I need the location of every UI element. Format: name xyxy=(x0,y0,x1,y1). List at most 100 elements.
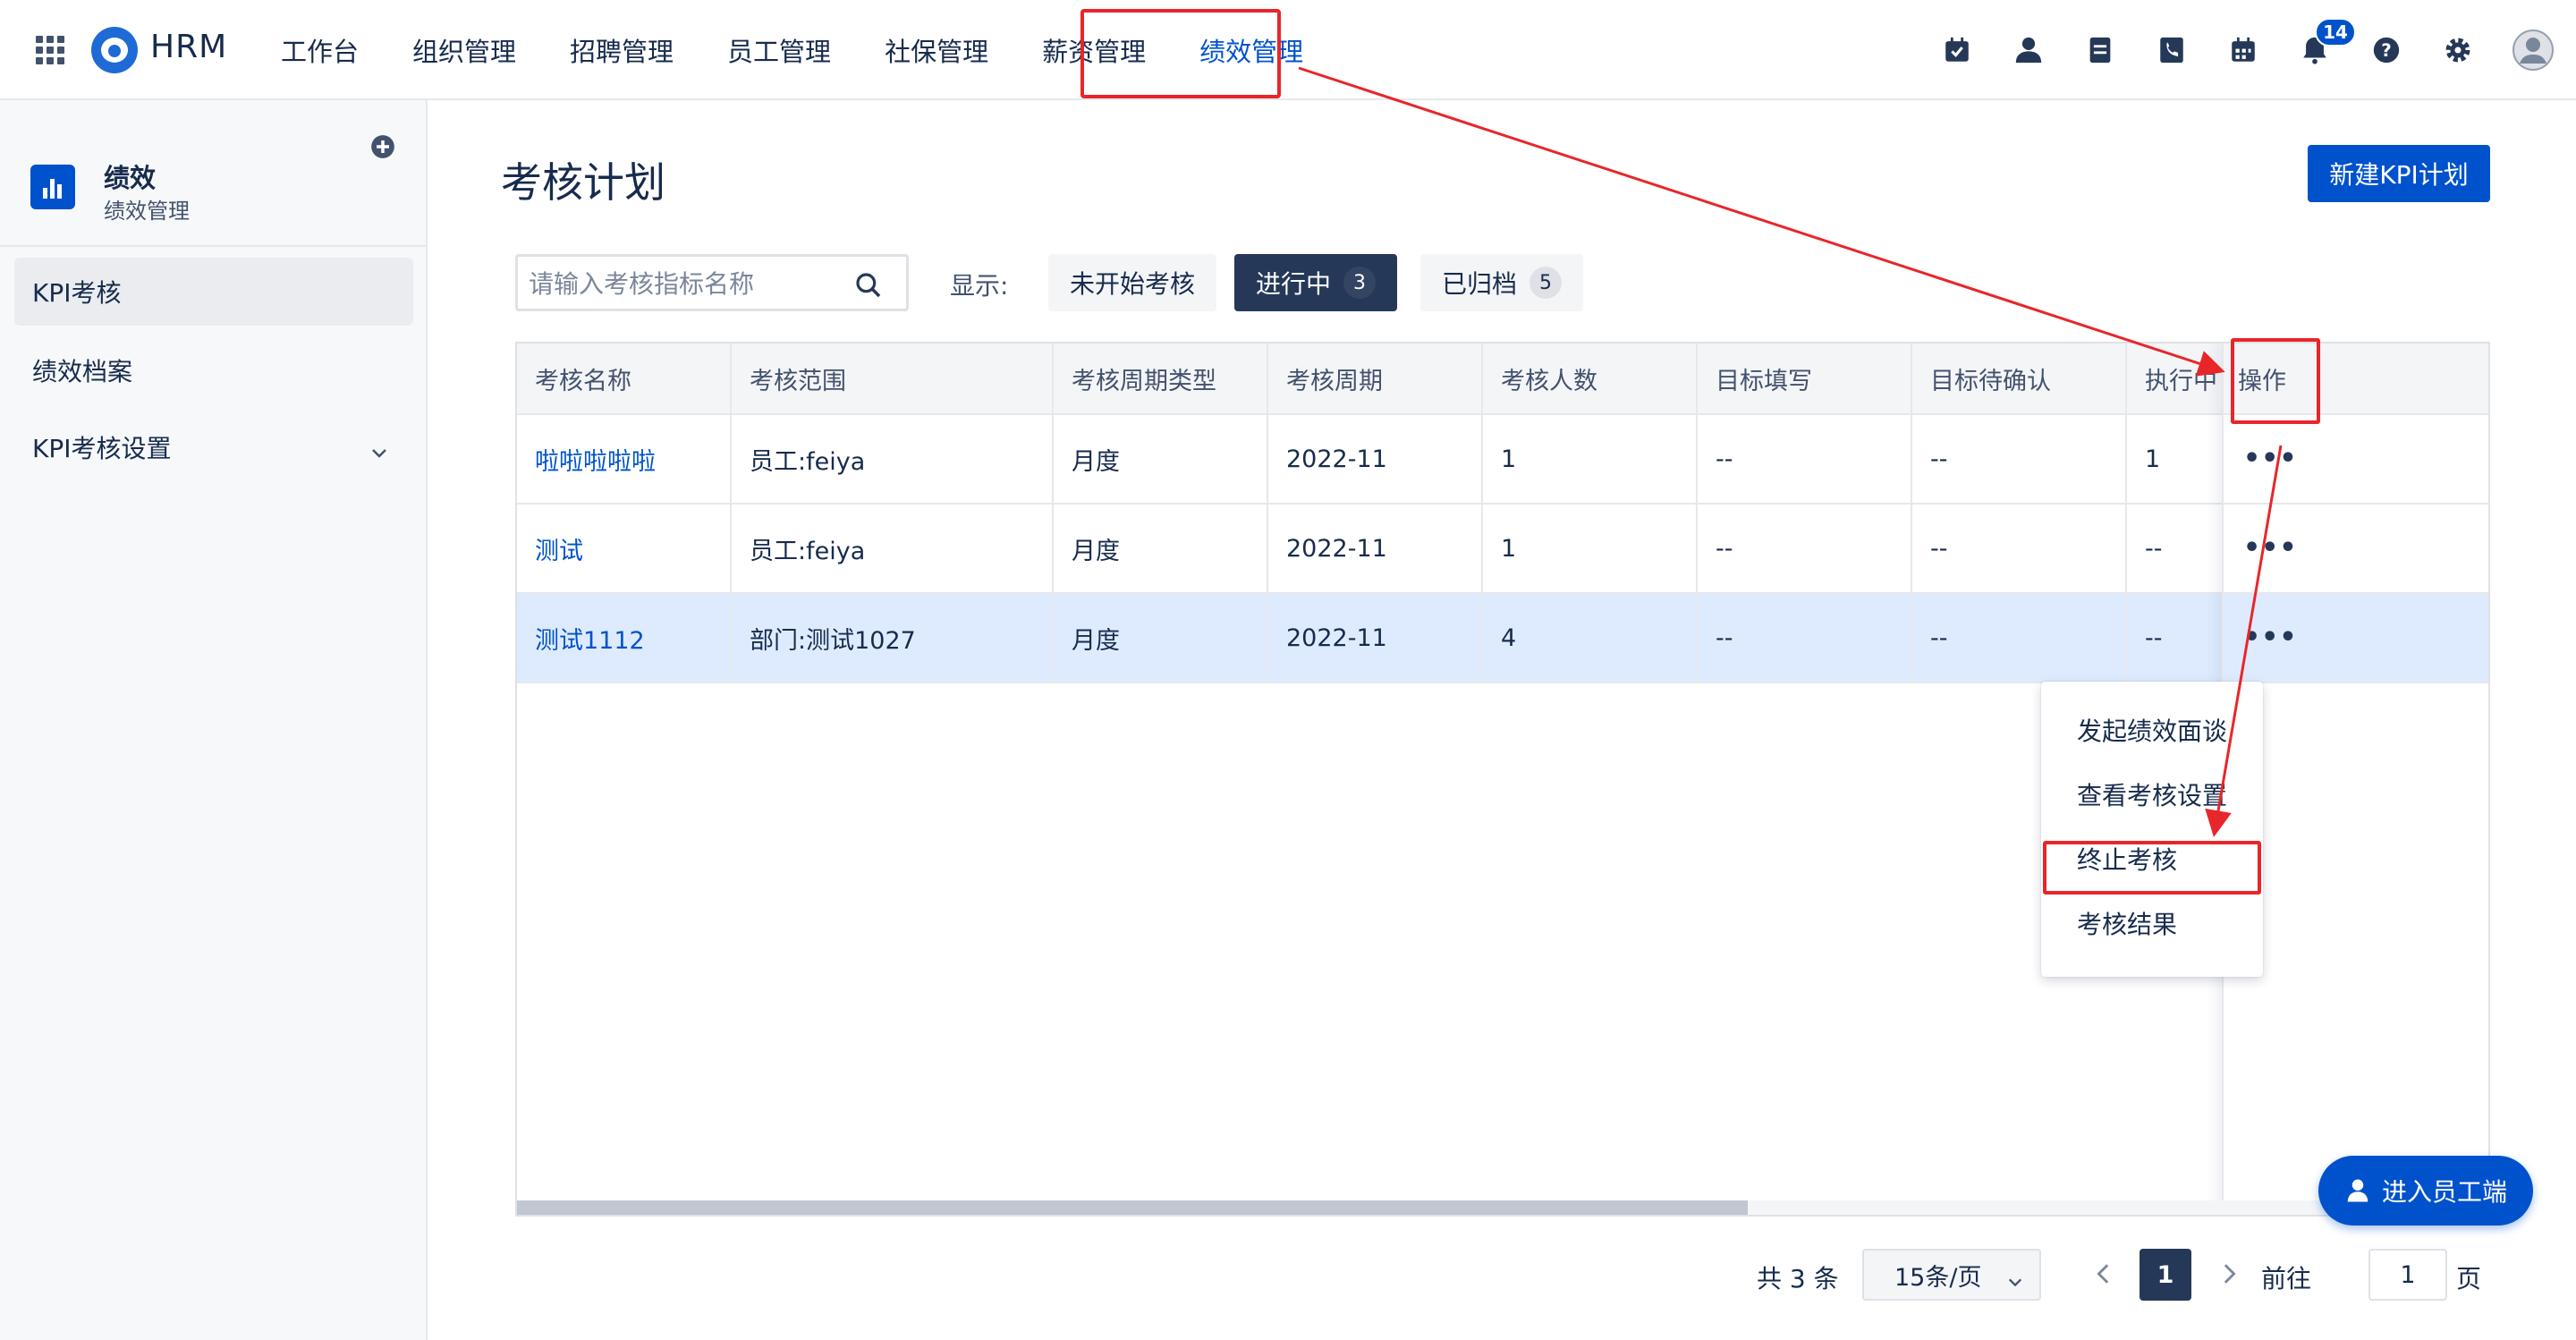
brand-logo[interactable] xyxy=(91,27,138,73)
enter-employee-portal-button[interactable]: 进入员工端 xyxy=(2318,1156,2533,1226)
table-row[interactable]: 测试 员工:feiya 月度 2022-11 1 -- -- -- xyxy=(517,505,2488,594)
plan-name-link[interactable]: 啦啦啦啦啦 xyxy=(517,415,732,503)
table-row-selected[interactable]: 测试1112 部门:测试1027 月度 2022-11 4 -- -- -- xyxy=(517,594,2488,683)
annotation-highlight-box xyxy=(2043,841,2261,895)
more-actions-button[interactable]: ••• xyxy=(2243,445,2298,472)
nav-item-social-security[interactable]: 社保管理 xyxy=(869,0,1004,100)
more-actions-button[interactable]: ••• xyxy=(2243,624,2298,651)
table-cell: 月度 xyxy=(1054,415,1268,503)
prev-page-icon[interactable] xyxy=(2091,1261,2116,1286)
filter-not-started[interactable]: 未开始考核 xyxy=(1048,254,1217,311)
table-cell: 2022-11 xyxy=(1268,594,1483,682)
table-cell: 员工:feiya xyxy=(732,415,1054,503)
table-cell: -- xyxy=(1698,415,1912,503)
table-cell: 1 xyxy=(1483,505,1698,592)
help-icon[interactable]: ? xyxy=(2368,32,2404,68)
filter-label-text: 未开始考核 xyxy=(1070,269,1196,299)
horizontal-scrollbar[interactable] xyxy=(517,1200,2488,1215)
filter-in-progress[interactable]: 进行中 3 xyxy=(1234,254,1398,311)
app-switcher-icon[interactable] xyxy=(36,36,64,64)
new-kpi-plan-button[interactable]: 新建KPI计划 xyxy=(2308,145,2490,202)
plan-name-link[interactable]: 测试1112 xyxy=(517,594,732,682)
table-cell: -- xyxy=(1912,415,2127,503)
notification-badge: 14 xyxy=(2315,18,2356,47)
more-actions-button[interactable]: ••• xyxy=(2243,535,2298,562)
search-icon[interactable] xyxy=(854,271,883,300)
filter-count-badge: 3 xyxy=(1343,267,1377,299)
op-cell: ••• xyxy=(2224,594,2488,683)
sidebar-item-kpi[interactable]: KPI考核 xyxy=(14,258,413,326)
table-cell: 2022-11 xyxy=(1268,415,1483,503)
page-title: 考核计划 xyxy=(501,158,665,207)
menu-item-view-settings[interactable]: 查看考核设置 xyxy=(2041,762,2263,827)
sidebar-header: 绩效 绩效管理 xyxy=(0,100,426,247)
sidebar-item-label: KPI考核 xyxy=(32,278,122,308)
column-header[interactable]: 目标填写 xyxy=(1698,343,1912,413)
column-header[interactable]: 考核范围 xyxy=(732,343,1054,413)
column-header[interactable]: 考核周期类型 xyxy=(1054,343,1268,413)
fab-label: 进入员工端 xyxy=(2381,1177,2507,1207)
sidebar: 绩效 绩效管理 KPI考核 绩效档案 KPI考核设置 xyxy=(0,100,428,1340)
plan-name-link[interactable]: 测试 xyxy=(517,505,732,592)
scrollbar-thumb[interactable] xyxy=(517,1200,1748,1215)
avatar[interactable] xyxy=(2512,29,2555,72)
sidebar-item-archive[interactable]: 绩效档案 xyxy=(14,336,413,404)
column-header[interactable]: 考核周期 xyxy=(1268,343,1483,413)
op-cell: ••• xyxy=(2224,505,2488,594)
goto-label: 前往 xyxy=(2261,1264,2312,1293)
person-icon[interactable] xyxy=(2011,32,2046,68)
brand-name: HRM xyxy=(150,29,228,65)
total-count: 共 3 条 xyxy=(1757,1264,1839,1293)
filter-label: 显示: xyxy=(950,271,1009,301)
search-input[interactable] xyxy=(529,266,851,301)
page-size-value: 15条/页 xyxy=(1894,1263,1982,1292)
actions-dropdown-menu: 发起绩效面谈 查看考核设置 终止考核 考核结果 xyxy=(2041,682,2263,977)
gear-icon[interactable] xyxy=(2440,32,2476,68)
sidebar-subtitle: 绩效管理 xyxy=(104,199,190,224)
chevron-down-icon xyxy=(2007,1268,2023,1287)
table-cell: -- xyxy=(1698,505,1912,592)
table-row[interactable]: 啦啦啦啦啦 员工:feiya 月度 2022-11 1 -- -- 1 xyxy=(517,415,2488,505)
calendar-check-icon[interactable] xyxy=(1939,32,1975,68)
menu-item-start-interview[interactable]: 发起绩效面谈 xyxy=(2041,698,2263,762)
filter-archived[interactable]: 已归档 5 xyxy=(1420,254,1584,311)
goto-page-input[interactable] xyxy=(2368,1249,2447,1301)
sidebar-item-label: 绩效档案 xyxy=(32,357,133,386)
table-cell: -- xyxy=(1912,505,2127,592)
next-page-icon[interactable] xyxy=(2216,1261,2241,1286)
sidebar-item-kpi-settings[interactable]: KPI考核设置 xyxy=(14,413,413,481)
filter-count-badge: 5 xyxy=(1530,267,1563,299)
calendar-icon[interactable] xyxy=(2225,32,2261,68)
column-header[interactable]: 考核人数 xyxy=(1483,343,1698,413)
svg-text:?: ? xyxy=(2381,40,2392,61)
annotation-highlight-box xyxy=(2231,338,2320,424)
table-cell: 月度 xyxy=(1054,594,1268,682)
table-header: 考核名称 考核范围 考核周期类型 考核周期 考核人数 目标填写 目标待确认 执行… xyxy=(517,343,2488,415)
page-size-select[interactable]: 15条/页 xyxy=(1862,1249,2041,1301)
nav-item-employees[interactable]: 员工管理 xyxy=(711,0,847,100)
filter-label-text: 已归档 xyxy=(1442,269,1518,299)
nav-item-workbench[interactable]: 工作台 xyxy=(265,0,375,100)
phone-icon[interactable] xyxy=(2154,32,2190,68)
sidebar-title: 绩效 xyxy=(104,163,157,193)
search-box xyxy=(515,254,909,311)
table-cell: 月度 xyxy=(1054,505,1268,592)
top-navigation-bar: HRM 工作台 组织管理 招聘管理 员工管理 社保管理 薪资管理 绩效管理 14… xyxy=(0,0,2576,100)
chevron-down-icon xyxy=(370,438,388,458)
table-cell: -- xyxy=(1698,594,1912,682)
column-header[interactable]: 目标待确认 xyxy=(1912,343,2127,413)
column-header[interactable]: 考核名称 xyxy=(517,343,732,413)
bell-icon[interactable]: 14 xyxy=(2297,18,2356,68)
nav-item-recruitment[interactable]: 招聘管理 xyxy=(554,0,690,100)
table-cell: 1 xyxy=(1483,415,1698,503)
nav-item-organization[interactable]: 组织管理 xyxy=(396,0,532,100)
goto-suffix: 页 xyxy=(2456,1264,2482,1293)
page-number-current[interactable]: 1 xyxy=(2140,1249,2191,1301)
bar-chart-icon xyxy=(30,165,75,209)
table-cell: 部门:测试1027 xyxy=(732,594,1054,682)
menu-item-results[interactable]: 考核结果 xyxy=(2041,891,2263,955)
document-icon[interactable] xyxy=(2082,32,2118,68)
table-cell: 员工:feiya xyxy=(732,505,1054,592)
collapse-icon[interactable] xyxy=(370,134,395,159)
annotation-highlight-box xyxy=(1080,9,1281,98)
